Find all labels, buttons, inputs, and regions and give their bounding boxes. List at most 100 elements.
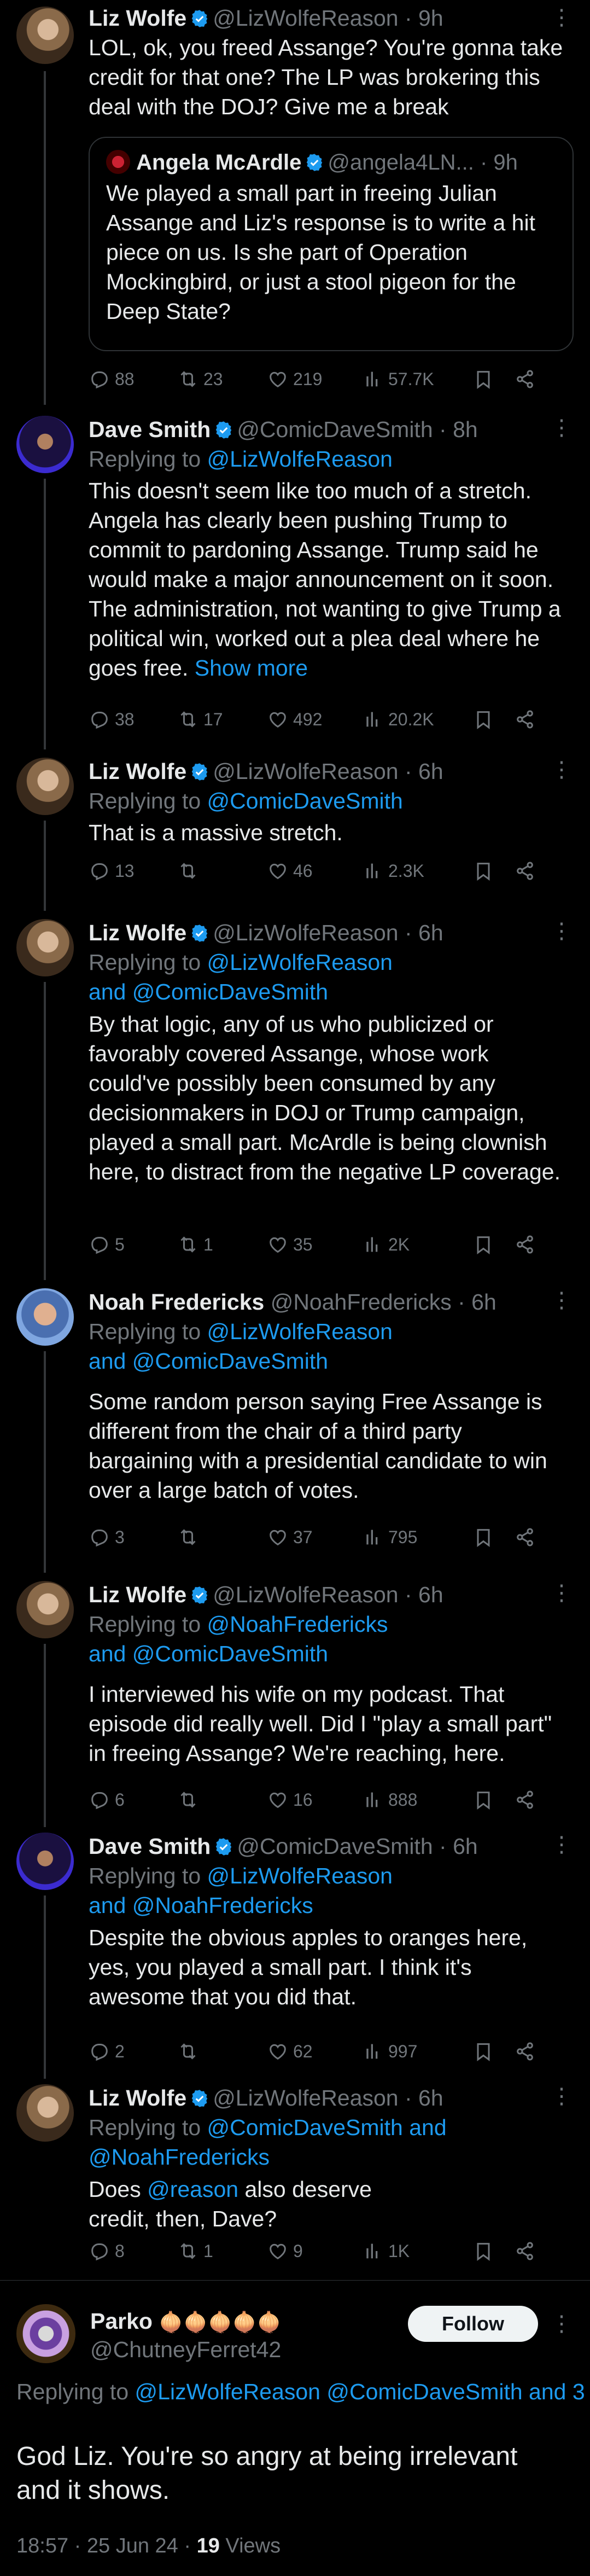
bookmark-button[interactable] [472, 1234, 514, 1255]
retweet-button[interactable]: 1 [177, 2240, 267, 2262]
tweet-3[interactable]: Liz Wolfe @LizWolfeReason · 6h ⋮ Replying… [0, 752, 590, 911]
reply-button[interactable]: 8 [89, 2240, 177, 2262]
tweet-timestamp[interactable]: 18:57 · 25 Jun 24 · [16, 2534, 191, 2557]
avatar[interactable] [16, 1833, 74, 1890]
share-button[interactable] [514, 2240, 536, 2262]
mention-link[interactable]: @LizWolfeReason @ComicDaveSmith and 3 ot… [135, 2379, 590, 2404]
like-button[interactable]: 35 [267, 1234, 362, 1255]
like-button[interactable]: 46 [267, 860, 362, 882]
timestamp[interactable]: · 9h [405, 5, 443, 31]
like-button[interactable]: 9 [267, 2240, 362, 2262]
share-button[interactable] [514, 1234, 536, 1255]
tweet-4[interactable]: Liz Wolfe @LizWolfeReason · 6h ⋮ Replying… [0, 914, 590, 1280]
mention-link[interactable]: @reason [147, 2177, 238, 2202]
share-button[interactable] [514, 708, 536, 730]
author-handle[interactable]: @ComicDaveSmith [237, 1834, 433, 1859]
retweet-button[interactable] [177, 1526, 267, 1548]
reply-button[interactable]: 2 [89, 2040, 177, 2062]
author-handle[interactable]: @ChutneyFerret42 [90, 2336, 281, 2363]
author-handle[interactable]: @LizWolfeReason [213, 5, 398, 31]
avatar[interactable] [16, 7, 74, 64]
views-button[interactable]: 888 [362, 1789, 472, 1811]
like-button[interactable]: 37 [267, 1526, 362, 1548]
like-button[interactable]: 16 [267, 1789, 362, 1811]
avatar[interactable] [16, 416, 74, 473]
views-button[interactable]: 795 [362, 1526, 472, 1548]
author-handle[interactable]: @NoahFredericks [271, 1289, 452, 1315]
share-button[interactable] [514, 368, 536, 390]
tweet-2[interactable]: Dave Smith @ComicDaveSmith · 8h ⋮ Replyin… [0, 410, 590, 749]
retweet-button[interactable]: 1 [177, 1234, 267, 1255]
more-options-icon[interactable]: ⋮ [551, 1582, 573, 1604]
retweet-button[interactable] [177, 2040, 267, 2062]
author-name[interactable]: Dave Smith [89, 417, 211, 442]
share-button[interactable] [514, 2040, 536, 2062]
tweet-1[interactable]: Liz Wolfe @LizWolfeReason · 9h ⋮ LOL, ok,… [0, 0, 590, 405]
author-name[interactable]: Parko [90, 2308, 153, 2334]
avatar[interactable] [16, 1288, 74, 1346]
views-button[interactable]: 1K [362, 2240, 472, 2262]
bookmark-button[interactable] [472, 368, 514, 390]
retweet-button[interactable] [177, 860, 267, 882]
author-handle[interactable]: @ComicDaveSmith [237, 417, 433, 442]
bookmark-button[interactable] [472, 1526, 514, 1548]
bookmark-button[interactable] [472, 1789, 514, 1811]
like-button[interactable]: 62 [267, 2040, 362, 2062]
bookmark-button[interactable] [472, 708, 514, 730]
retweet-button[interactable] [177, 1789, 267, 1811]
tweet-6[interactable]: Liz Wolfe @LizWolfeReason · 6h ⋮ Replying… [0, 1575, 590, 1827]
timestamp[interactable]: · 6h [405, 2085, 443, 2110]
reply-button[interactable]: 5 [89, 1234, 177, 1255]
timestamp[interactable]: · 6h [405, 920, 443, 945]
quoted-tweet[interactable]: Angela McArdle @angela4LN... · 9h We play… [89, 137, 574, 351]
reply-button[interactable]: 13 [89, 860, 177, 882]
share-button[interactable] [514, 1526, 536, 1548]
more-options-icon[interactable]: ⋮ [551, 2085, 573, 2107]
show-more-link[interactable]: Show more [195, 655, 308, 681]
views-button[interactable]: 997 [362, 2040, 472, 2062]
author-name[interactable]: Liz Wolfe [89, 2085, 186, 2110]
more-options-icon[interactable]: ⋮ [551, 1834, 573, 1856]
bookmark-button[interactable] [472, 2040, 514, 2062]
views-button[interactable]: 57.7K [362, 368, 472, 390]
avatar[interactable] [16, 1581, 74, 1638]
author-name[interactable]: Dave Smith [89, 1834, 211, 1859]
reply-button[interactable]: 6 [89, 1789, 177, 1811]
like-button[interactable]: 219 [267, 368, 362, 390]
views-button[interactable]: 2.3K [362, 860, 472, 882]
retweet-button[interactable]: 17 [177, 708, 267, 730]
timestamp[interactable]: · 8h [439, 417, 478, 442]
avatar[interactable] [16, 919, 74, 976]
timestamp[interactable]: · 6h [439, 1834, 478, 1859]
tweet-8[interactable]: Liz Wolfe @LizWolfeReason · 6h ⋮ Replying… [0, 2079, 590, 2281]
timestamp[interactable]: · 6h [405, 1582, 443, 1607]
more-options-icon[interactable]: ⋮ [551, 2313, 573, 2335]
more-options-icon[interactable]: ⋮ [551, 759, 573, 781]
mention-link[interactable]: @LizWolfeReason [207, 446, 393, 472]
tweet-5[interactable]: Noah Fredericks @NoahFredericks · 6h ⋮ R… [0, 1283, 590, 1573]
share-button[interactable] [514, 1789, 536, 1811]
author-handle[interactable]: @LizWolfeReason [213, 2085, 398, 2110]
follow-button[interactable]: Follow [408, 2306, 538, 2342]
retweet-button[interactable]: 23 [177, 368, 267, 390]
reply-button[interactable]: 38 [89, 708, 177, 730]
mention-link[interactable]: @ComicDaveSmith [207, 788, 403, 813]
bookmark-button[interactable] [472, 2240, 514, 2262]
more-options-icon[interactable]: ⋮ [551, 920, 573, 942]
timestamp[interactable]: · 6h [458, 1289, 496, 1315]
reply-button[interactable]: 88 [89, 368, 177, 390]
author-name[interactable]: Liz Wolfe [89, 920, 186, 945]
more-options-icon[interactable]: ⋮ [551, 417, 573, 439]
more-options-icon[interactable]: ⋮ [551, 7, 573, 28]
author-handle[interactable]: @LizWolfeReason [213, 1582, 398, 1607]
author-handle[interactable]: @LizWolfeReason [213, 920, 398, 945]
author-name[interactable]: Liz Wolfe [89, 1582, 186, 1607]
avatar[interactable] [16, 2304, 75, 2363]
bookmark-button[interactable] [472, 860, 514, 882]
reply-button[interactable]: 3 [89, 1526, 177, 1548]
more-options-icon[interactable]: ⋮ [551, 1289, 573, 1311]
author-name[interactable]: Noah Fredericks [89, 1289, 264, 1315]
avatar[interactable] [16, 2084, 74, 2142]
views-button[interactable]: 20.2K [362, 708, 472, 730]
share-button[interactable] [514, 860, 536, 882]
